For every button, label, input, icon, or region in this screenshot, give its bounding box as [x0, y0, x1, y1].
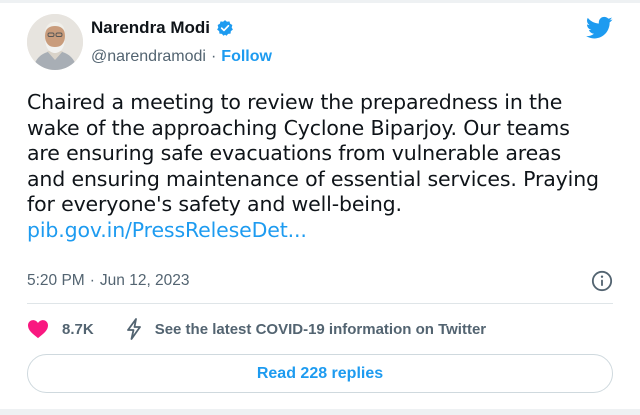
meta-separator: ·	[89, 272, 95, 289]
tweet-link[interactable]: pib.gov.in/PressReleseDet...	[27, 218, 617, 244]
avatar-image	[27, 14, 83, 70]
author-handle[interactable]: @narendramodi	[91, 48, 206, 66]
twitter-bird-icon[interactable]	[586, 16, 613, 40]
verified-badge-icon	[217, 20, 233, 36]
author-name-row: Narendra Modi	[91, 18, 234, 38]
divider	[27, 303, 613, 304]
read-replies-button[interactable]: Read 228 replies	[27, 354, 613, 393]
author-name[interactable]: Narendra Modi	[91, 18, 210, 38]
tweet-body: Chaired a meeting to review the prepared…	[27, 90, 617, 243]
card-top-border	[0, 0, 640, 3]
tweet-actions: 8.7K See the latest COVID-19 information…	[27, 318, 486, 340]
tweet-card: Narendra Modi @narendramodi · Follow Cha…	[0, 0, 640, 415]
info-icon[interactable]	[591, 270, 613, 292]
tweet-text: Chaired a meeting to review the prepared…	[27, 90, 599, 216]
tweet-date[interactable]: Jun 12, 2023	[100, 272, 190, 290]
handle-separator: ·	[210, 48, 217, 65]
lightning-bolt-icon	[126, 318, 141, 340]
author-handle-row: @narendramodi · Follow	[91, 48, 272, 66]
like-count[interactable]: 8.7K	[62, 321, 94, 338]
card-bottom-border	[0, 409, 640, 415]
tweet-meta: 5:20 PM · Jun 12, 2023	[27, 272, 190, 290]
tweet-time[interactable]: 5:20 PM	[27, 272, 85, 290]
follow-button[interactable]: Follow	[221, 48, 272, 66]
avatar[interactable]	[27, 14, 83, 70]
heart-icon[interactable]	[27, 319, 49, 339]
covid-info-link[interactable]: See the latest COVID-19 information on T…	[155, 321, 486, 338]
